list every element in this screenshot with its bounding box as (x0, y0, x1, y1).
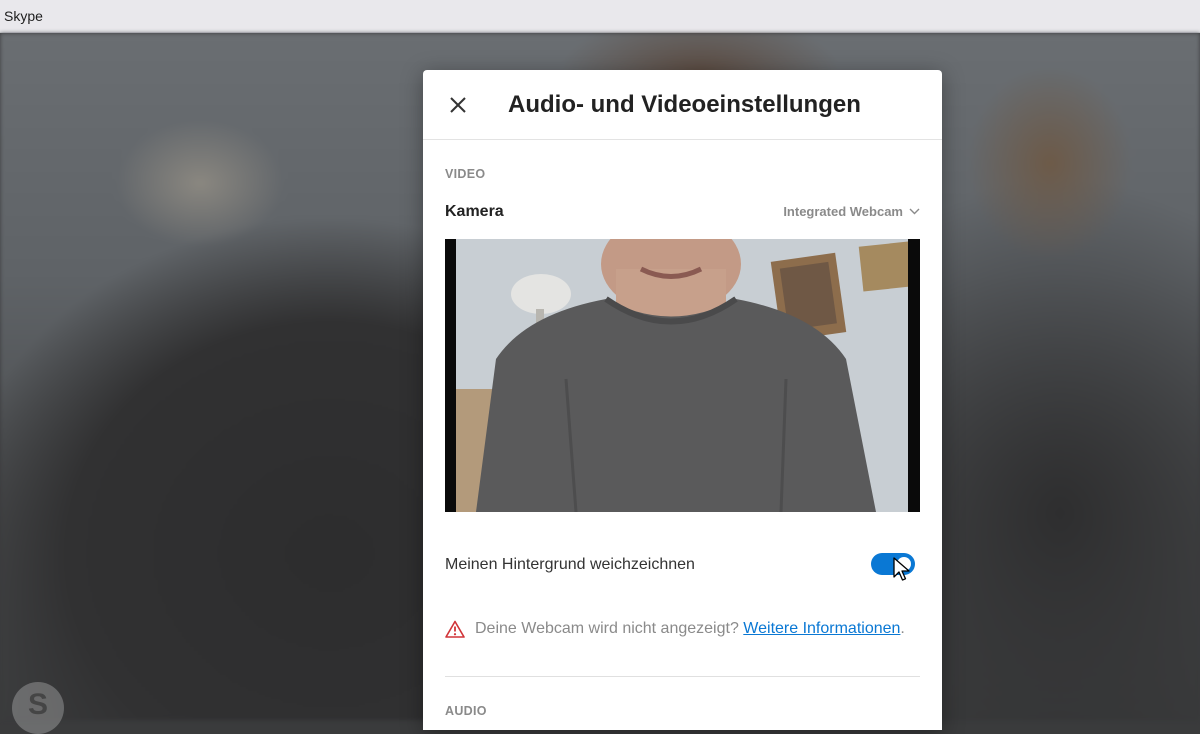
camera-preview-image (456, 239, 908, 512)
camera-preview (445, 239, 920, 512)
camera-select[interactable]: Integrated Webcam (783, 204, 920, 219)
warning-icon (445, 620, 465, 638)
dialog-title: Audio- und Videoeinstellungen (508, 91, 861, 118)
dialog-header: Audio- und Videoeinstellungen (423, 70, 942, 140)
webcam-warning: Deine Webcam wird nicht angezeigt? Weite… (445, 620, 905, 638)
more-info-link[interactable]: Weitere Informationen (743, 620, 900, 637)
blur-background-label: Meinen Hintergrund weichzeichnen (445, 556, 695, 573)
video-section-label: VIDEO (445, 167, 486, 181)
warning-text: Deine Webcam wird nicht angezeigt? (475, 620, 739, 637)
webcam-feed-illustration (456, 239, 908, 512)
title-bar: Skype (0, 0, 1200, 33)
section-divider (445, 676, 920, 677)
camera-label: Kamera (445, 203, 504, 220)
blur-background-toggle[interactable] (871, 553, 915, 575)
chevron-down-icon (909, 208, 920, 215)
audio-video-settings-dialog: Audio- und Videoeinstellungen VIDEO Kame… (423, 70, 942, 730)
camera-selected-value: Integrated Webcam (783, 204, 903, 219)
warning-suffix: . (900, 620, 905, 637)
app-title: Skype (4, 8, 43, 24)
close-icon (450, 97, 466, 113)
skype-logo-icon: S (12, 682, 64, 734)
toggle-knob (897, 557, 911, 571)
audio-section-label: AUDIO (445, 704, 487, 718)
close-button[interactable] (445, 92, 471, 118)
blur-background-row: Meinen Hintergrund weichzeichnen (445, 553, 920, 583)
